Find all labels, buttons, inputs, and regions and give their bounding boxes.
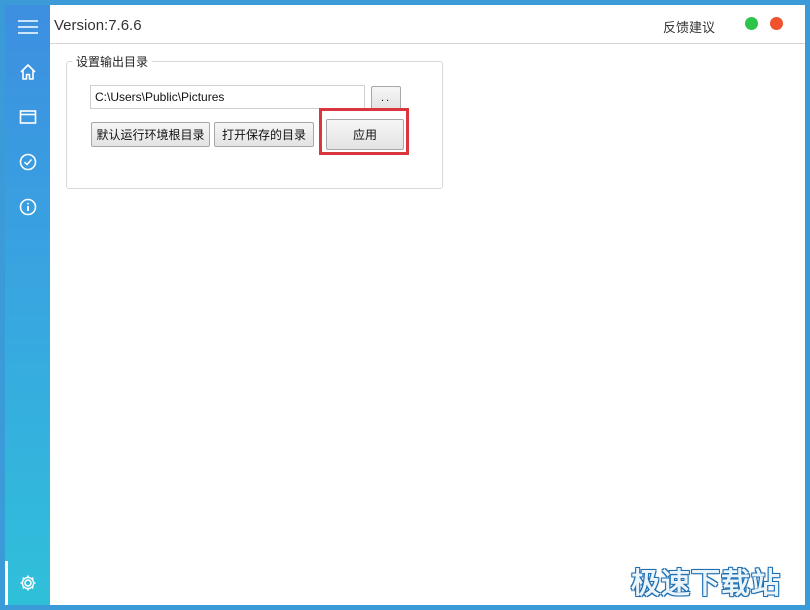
home-icon[interactable]: [5, 57, 50, 87]
close-button[interactable]: [770, 17, 783, 30]
watermark-logo: 极速下载站: [631, 566, 782, 600]
apply-button[interactable]: 应用: [326, 119, 404, 150]
title-bar: Version:7.6.6 反馈建议: [50, 5, 805, 44]
check-circle-icon[interactable]: [5, 147, 50, 177]
open-directory-button[interactable]: 打开保存的目录: [214, 122, 314, 147]
output-path-input[interactable]: [90, 85, 365, 109]
group-title: 设置输出目录: [72, 53, 153, 70]
version-label: Version:7.6.6: [54, 17, 142, 34]
window-icon[interactable]: [5, 102, 50, 132]
feedback-link[interactable]: 反馈建议: [663, 17, 715, 36]
app-window: Version:7.6.6 反馈建议 设置输出目录 .. 默认运行环境根目录 打…: [5, 5, 805, 605]
menu-icon[interactable]: [5, 12, 50, 42]
browse-button[interactable]: ..: [371, 86, 401, 110]
output-directory-group: 设置输出目录 .. 默认运行环境根目录 打开保存的目录 应用: [66, 53, 443, 189]
info-icon[interactable]: [5, 192, 50, 222]
gear-icon[interactable]: [5, 568, 50, 598]
sidebar: [5, 5, 50, 605]
minimize-button[interactable]: [745, 17, 758, 30]
default-directory-button[interactable]: 默认运行环境根目录: [91, 122, 210, 147]
